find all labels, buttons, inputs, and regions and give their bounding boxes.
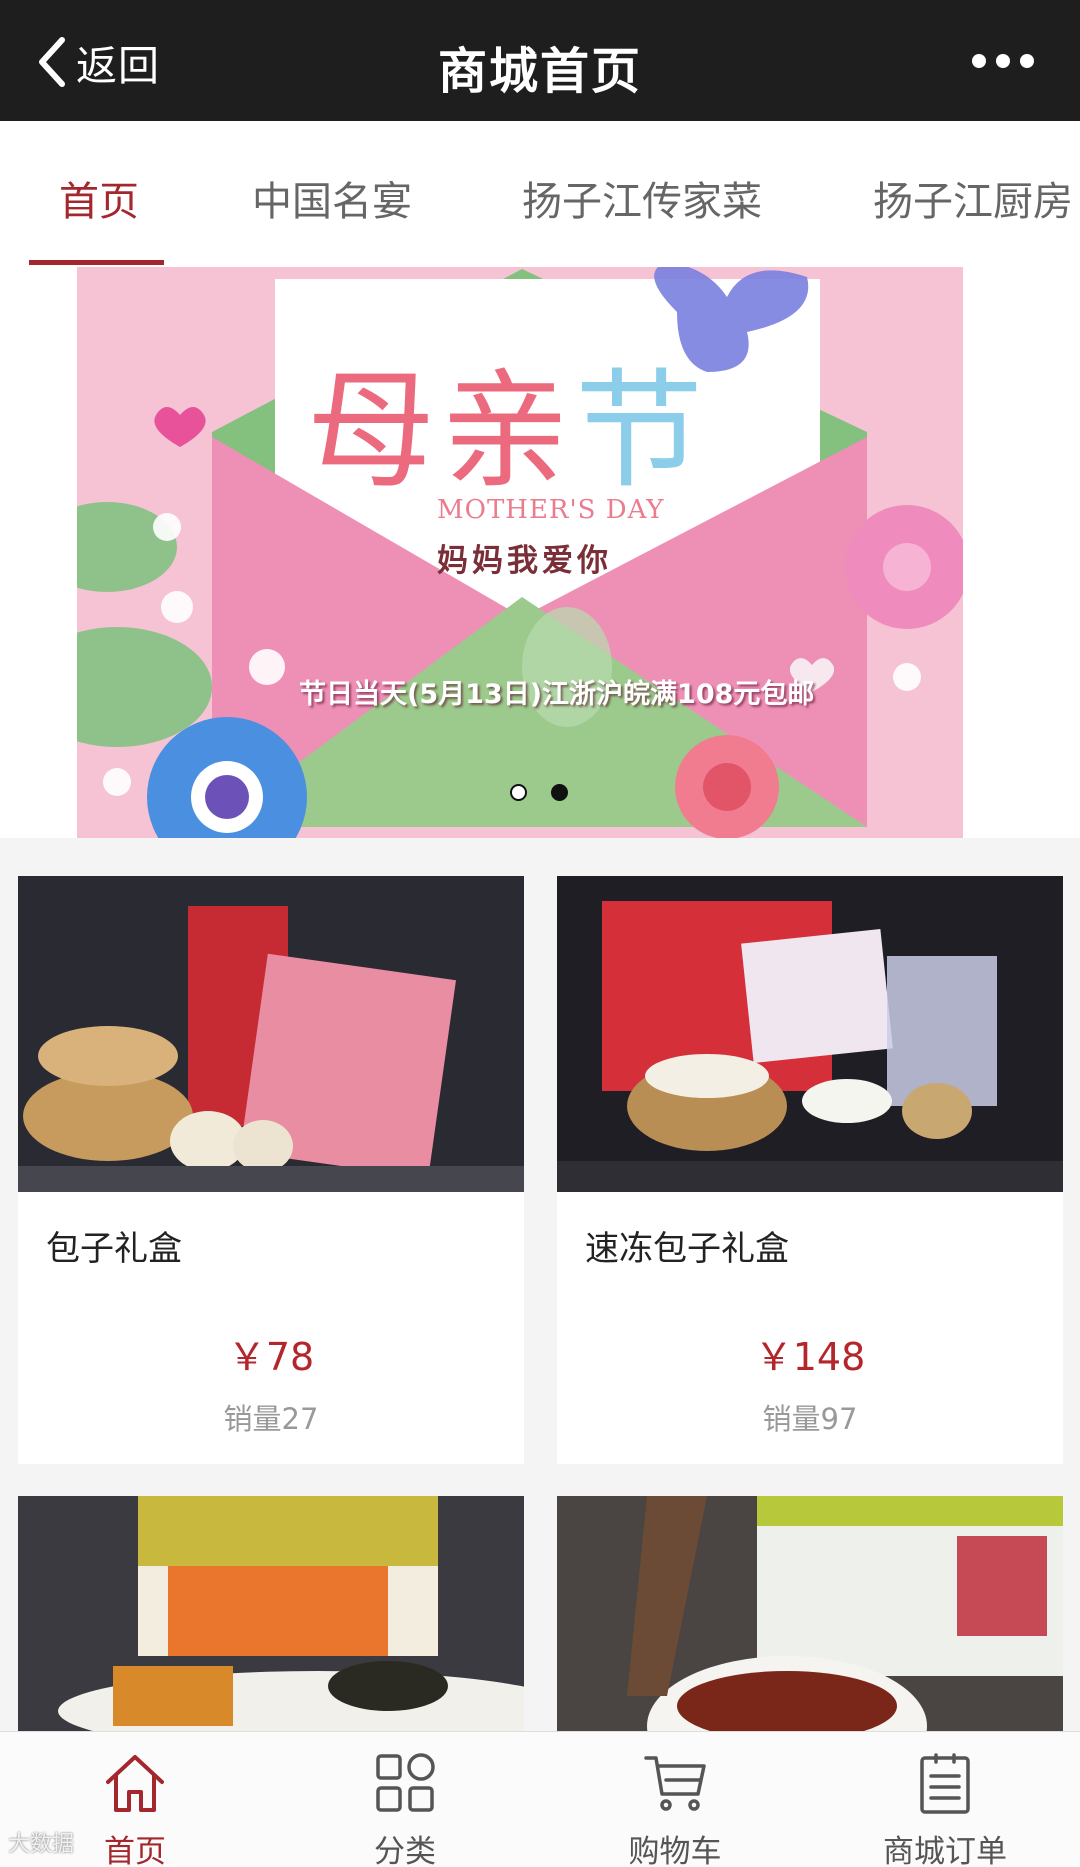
bottom-nav-orders[interactable]: 商城订单 bbox=[810, 1732, 1080, 1867]
product-sales: 销量27 bbox=[223, 1402, 319, 1436]
carousel-indicator bbox=[510, 784, 568, 801]
product-sales: 销量97 bbox=[762, 1402, 858, 1436]
watermark: 大数据 bbox=[8, 1832, 75, 1857]
banner-promo-text: 节日当天(5月13日)江浙沪皖满108元包邮 bbox=[299, 679, 815, 710]
more-dots-icon[interactable] bbox=[972, 46, 1034, 76]
product-image[interactable] bbox=[557, 876, 1063, 1192]
product-image[interactable] bbox=[18, 876, 524, 1192]
banner-title: 母亲节 bbox=[307, 357, 710, 506]
bottom-nav-category[interactable]: 分类 bbox=[270, 1732, 540, 1867]
mothers-day-banner[interactable]: 母亲节 MOTHER'S DAY 妈妈我爱你 节日当天(5月13日)江浙沪皖满1… bbox=[77, 267, 963, 838]
product-card[interactable] bbox=[557, 1496, 1063, 1731]
tab-home[interactable]: 首页 bbox=[59, 169, 139, 227]
product-card[interactable]: 速冻包子礼盒 ￥148 销量97 bbox=[557, 876, 1063, 1464]
product-image[interactable] bbox=[557, 1496, 1063, 1731]
product-price: ￥148 bbox=[754, 1335, 866, 1379]
tab-yangtze-kitchen[interactable]: 扬子江厨房 bbox=[873, 169, 1073, 227]
product-image[interactable] bbox=[18, 1496, 524, 1731]
home-icon bbox=[106, 1755, 164, 1812]
tab-heirloom-dishes[interactable]: 扬子江传家菜 bbox=[522, 169, 762, 227]
shopping-cart-icon bbox=[644, 1756, 706, 1811]
category-tabs: 首页 中国名宴 扬子江传家菜 扬子江厨房 bbox=[0, 121, 1080, 267]
banner-subtitle-cn: 妈妈我爱你 bbox=[437, 543, 612, 579]
product-card[interactable]: 包子礼盒 ￥78 销量27 bbox=[18, 876, 524, 1464]
bottom-nav-label: 商城订单 bbox=[883, 1834, 1007, 1867]
order-list-icon bbox=[920, 1753, 970, 1814]
carousel-dot-1[interactable] bbox=[510, 784, 527, 801]
bottom-nav-cart[interactable]: 购物车 bbox=[540, 1732, 810, 1867]
product-name: 速冻包子礼盒 bbox=[585, 1229, 789, 1269]
tab-china-banquet[interactable]: 中国名宴 bbox=[252, 169, 412, 227]
category-grid-icon bbox=[376, 1753, 435, 1812]
carousel-dot-2[interactable] bbox=[551, 784, 568, 801]
bottom-navigation: 首页 分类 购物车 商城订单 bbox=[0, 1731, 1080, 1867]
top-navigation-bar: 返回 商城首页 bbox=[0, 0, 1080, 121]
bottom-nav-label: 分类 bbox=[374, 1834, 436, 1867]
active-tab-indicator bbox=[29, 260, 164, 265]
page-title: 商城首页 bbox=[437, 43, 642, 100]
product-card[interactable] bbox=[18, 1496, 524, 1731]
product-name: 包子礼盒 bbox=[46, 1229, 182, 1269]
banner-subtitle-en: MOTHER'S DAY bbox=[437, 495, 665, 525]
banner-carousel[interactable]: 母亲节 MOTHER'S DAY 妈妈我爱你 节日当天(5月13日)江浙沪皖满1… bbox=[0, 267, 1080, 838]
bottom-nav-label: 购物车 bbox=[628, 1834, 722, 1867]
product-price: ￥78 bbox=[227, 1335, 315, 1379]
